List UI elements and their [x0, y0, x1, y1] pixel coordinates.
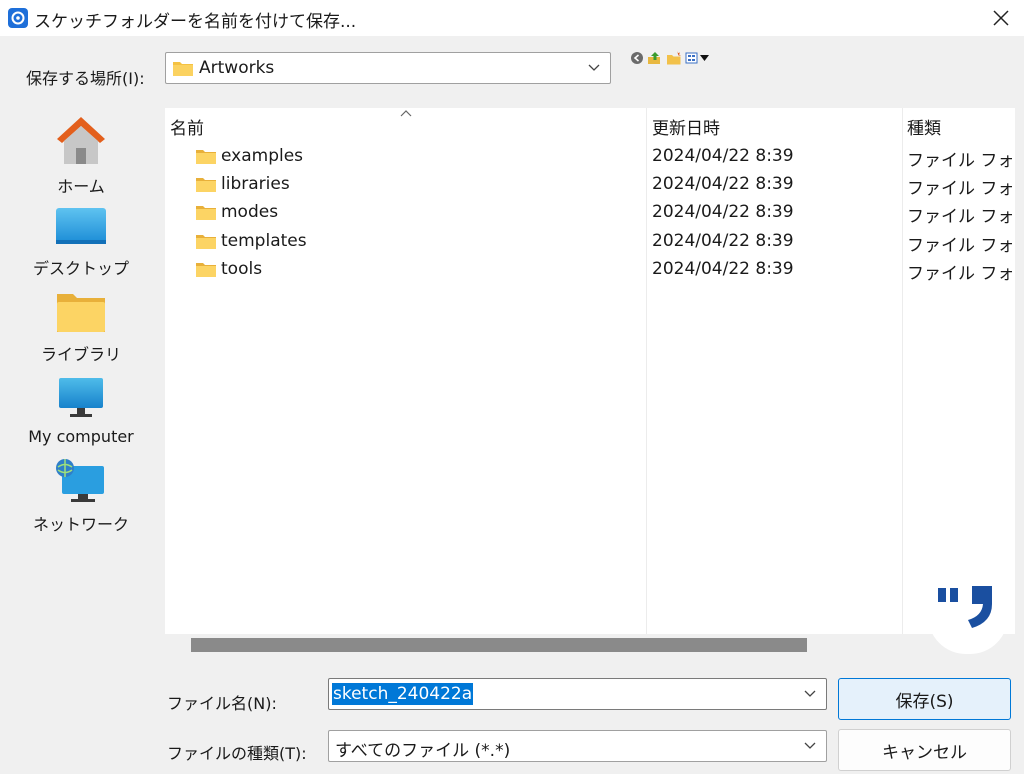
- smiley-logo-icon: [938, 586, 992, 628]
- file-type: ファイル フォルダ: [907, 236, 1015, 256]
- place-my-computer[interactable]: My computer: [4, 376, 158, 446]
- file-row[interactable]: examples 2024/04/22 8:39 ファイル フォルダ: [165, 142, 1015, 171]
- horizontal-scrollbar[interactable]: [165, 634, 1015, 656]
- scrollbar-thumb[interactable]: [191, 638, 807, 652]
- home-icon: [57, 117, 105, 164]
- place-home[interactable]: ホーム: [4, 114, 158, 197]
- file-row[interactable]: templates 2024/04/22 8:39 ファイル フォルダ: [165, 227, 1015, 256]
- file-type: ファイル フォルダ: [907, 264, 1015, 284]
- chevron-down-icon[interactable]: [804, 742, 816, 750]
- file-type: ファイル フォルダ: [907, 207, 1015, 227]
- place-desktop[interactable]: デスクトップ: [4, 204, 158, 279]
- close-button[interactable]: [978, 0, 1024, 36]
- filetype-select[interactable]: すべてのファイル (*.*): [328, 730, 827, 762]
- file-row[interactable]: libraries 2024/04/22 8:39 ファイル フォルダ: [165, 170, 1015, 199]
- file-name: tools: [221, 259, 263, 279]
- file-name: templates: [221, 231, 307, 251]
- folder-icon: [196, 263, 216, 277]
- lookin-label: 保存する場所(I):: [26, 69, 145, 88]
- nav-toolbar: [630, 50, 711, 66]
- folder-icon: [196, 150, 216, 164]
- desktop-icon: [56, 208, 106, 244]
- close-icon: [993, 10, 1009, 26]
- file-date: 2024/04/22 8:39: [652, 174, 794, 194]
- chevron-down-icon[interactable]: [588, 64, 600, 72]
- file-type: ファイル フォルダ: [907, 151, 1015, 171]
- file-row[interactable]: tools 2024/04/22 8:39 ファイル フォルダ: [165, 255, 1015, 284]
- new-folder-icon[interactable]: [666, 51, 682, 65]
- view-menu-icon[interactable]: [685, 51, 711, 65]
- back-icon[interactable]: [630, 51, 644, 65]
- filetype-value: すべてのファイル (*.*): [335, 741, 511, 761]
- folder-icon: [196, 178, 216, 192]
- folder-icon: [196, 206, 216, 220]
- file-list[interactable]: 名前 更新日時 種類 examples 2024/04/22 8:39 ファイル…: [165, 108, 1015, 634]
- file-name: examples: [221, 146, 304, 166]
- filename-value[interactable]: sketch_240422a: [332, 683, 474, 705]
- watermark-logo: [928, 578, 1008, 654]
- place-label: デスクトップ: [32, 259, 129, 278]
- library-folder-icon: [57, 294, 105, 332]
- filename-input[interactable]: sketch_240422a: [328, 678, 827, 710]
- file-date: 2024/04/22 8:39: [652, 146, 794, 166]
- network-icon: [56, 459, 104, 502]
- places-sidebar: ホーム デスクトップ ライブラリ My computer ネットワーク: [4, 108, 158, 668]
- file-date: 2024/04/22 8:39: [652, 259, 794, 279]
- place-libraries[interactable]: ライブラリ: [4, 290, 158, 365]
- up-folder-icon[interactable]: [647, 51, 663, 65]
- file-name: libraries: [221, 174, 290, 194]
- title-bar: スケッチフォルダーを名前を付けて保存...: [0, 0, 1024, 36]
- app-icon: [8, 8, 28, 28]
- place-label: ネットワーク: [32, 515, 129, 534]
- file-row[interactable]: modes 2024/04/22 8:39 ファイル フォルダ: [165, 198, 1015, 227]
- file-name: modes: [221, 202, 279, 222]
- computer-icon: [59, 378, 103, 417]
- save-button[interactable]: 保存(S): [838, 678, 1011, 720]
- place-label: ライブラリ: [40, 345, 121, 364]
- place-label: ホーム: [57, 177, 105, 196]
- folder-icon: [173, 62, 193, 76]
- column-header-name[interactable]: 名前: [170, 114, 204, 139]
- file-date: 2024/04/22 8:39: [652, 231, 794, 251]
- chevron-down-icon[interactable]: [804, 690, 816, 698]
- lookin-value: Artworks: [199, 58, 275, 78]
- file-type: ファイル フォルダ: [907, 179, 1015, 199]
- cancel-button[interactable]: キャンセル: [838, 729, 1011, 771]
- place-label: My computer: [28, 427, 134, 446]
- folder-icon: [196, 235, 216, 249]
- column-header-date[interactable]: 更新日時: [652, 114, 720, 139]
- column-header-type[interactable]: 種類: [907, 114, 941, 139]
- window-title: スケッチフォルダーを名前を付けて保存...: [34, 12, 357, 32]
- filetype-label: ファイルの種類(T):: [167, 744, 307, 763]
- filename-label: ファイル名(N):: [167, 694, 277, 713]
- sort-ascending-icon: [400, 110, 412, 117]
- place-network[interactable]: ネットワーク: [4, 458, 158, 535]
- lookin-combo[interactable]: Artworks: [165, 52, 611, 84]
- file-date: 2024/04/22 8:39: [652, 202, 794, 222]
